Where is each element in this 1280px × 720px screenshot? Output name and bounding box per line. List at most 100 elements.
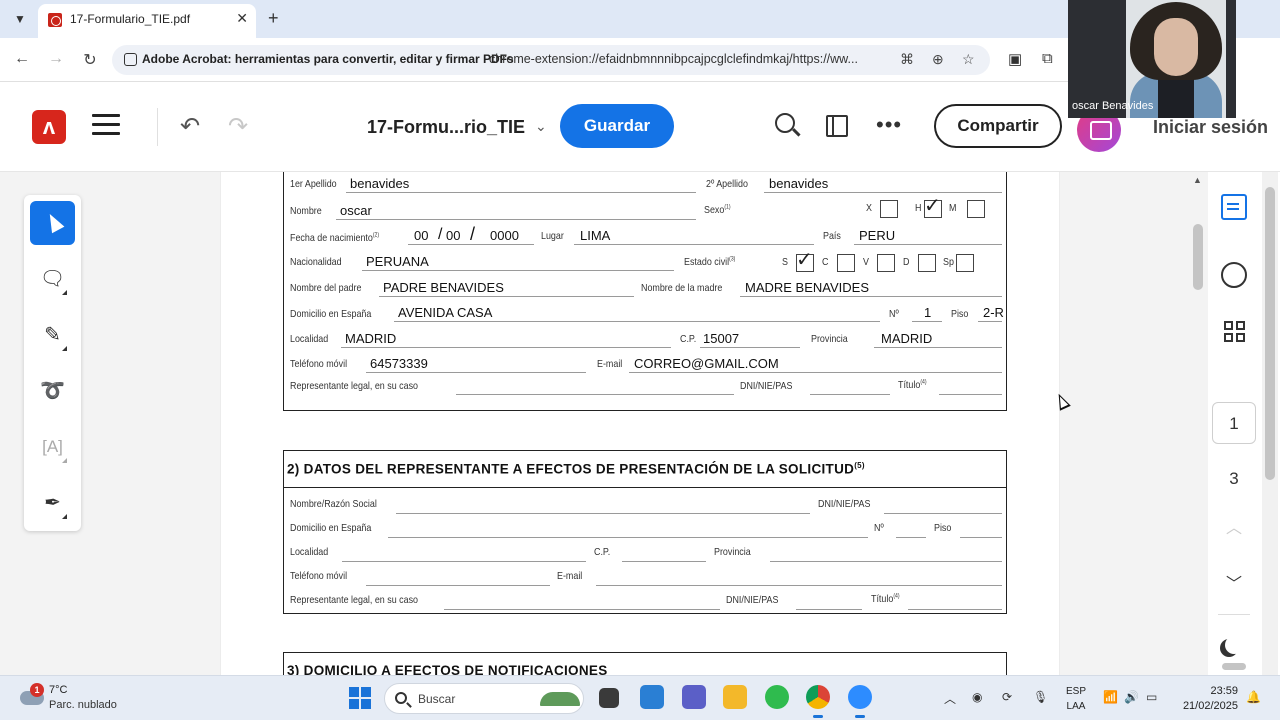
chevron-up-icon[interactable]: ︿ [1222, 514, 1246, 538]
chevron-down-icon[interactable]: ⌄ [535, 118, 547, 135]
document-scrollbar-thumb[interactable] [1193, 224, 1203, 290]
madre-field[interactable]: MADRE BENAVIDES [745, 280, 869, 295]
language-indicator[interactable]: ESP LAA [1066, 684, 1086, 714]
forward-icon[interactable]: → [46, 50, 66, 68]
sidebar-scrollbar[interactable] [1262, 172, 1278, 675]
nombre-field[interactable]: oscar [340, 203, 372, 218]
url-text[interactable]: chrome-extension://efaidnbmnnnibpcajpcgl… [489, 52, 858, 66]
new-tab-icon[interactable]: + [268, 8, 279, 29]
reload-icon[interactable]: ↻ [80, 50, 100, 70]
back-icon[interactable]: ← [12, 50, 32, 68]
redo-icon[interactable]: ↷ [228, 112, 248, 141]
browser-tab[interactable]: 17-Formulario_TIE.pdf ✕ [38, 4, 256, 38]
organize-pages-icon[interactable] [826, 115, 848, 137]
omnibox[interactable]: Adobe Acrobat: herramientas para convert… [112, 45, 990, 75]
cp-field[interactable]: 15007 [703, 331, 739, 346]
sexo-label: Sexo(1) [704, 204, 731, 216]
whatsapp-icon[interactable] [765, 685, 789, 709]
task-view-icon[interactable] [599, 688, 619, 708]
fecha-anio-field[interactable]: 0000 [490, 228, 519, 243]
undo-icon[interactable]: ↶ [180, 112, 200, 141]
chevron-down-icon[interactable]: ﹀ [1222, 570, 1246, 594]
microphone-icon[interactable]: 🎙 [1033, 690, 1048, 704]
estado-v-checkbox[interactable] [877, 254, 895, 272]
comment-tool[interactable]: 🗨 [30, 257, 75, 301]
thumbnails-grid-icon[interactable] [1221, 318, 1247, 344]
windows-start-icon[interactable] [349, 687, 371, 709]
estado-d-checkbox[interactable] [918, 254, 936, 272]
acrobat-logo-icon[interactable]: ᴧ [32, 110, 66, 144]
estado-c-checkbox[interactable] [837, 254, 855, 272]
zoom-icon[interactable]: ⊕ [932, 51, 944, 68]
wifi-icon[interactable]: 📶 [1103, 690, 1118, 704]
share-button[interactable]: Compartir [934, 104, 1062, 148]
sexo-x-label: X [866, 202, 872, 214]
temperature[interactable]: 7°C [49, 684, 67, 696]
extension-label: Adobe Acrobat: herramientas para convert… [142, 52, 514, 66]
comment-panel-icon[interactable] [1221, 262, 1247, 288]
system-clock[interactable]: 23:59 21/02/2025 [1176, 684, 1238, 714]
tray-sync-icon[interactable]: ⟳ [1002, 690, 1012, 704]
file-explorer-icon[interactable] [723, 685, 747, 709]
menu-icon[interactable] [92, 114, 120, 138]
current-page-indicator[interactable]: 1 [1212, 402, 1256, 444]
notification-icon[interactable]: 🔔 [1246, 690, 1261, 704]
dark-mode-icon[interactable] [1225, 636, 1243, 654]
lugar-field[interactable]: LIMA [580, 228, 610, 243]
nacionalidad-field[interactable]: PERUANA [366, 254, 429, 269]
signature-pen-icon: ✒ [44, 492, 61, 514]
save-button[interactable]: Guardar [560, 104, 674, 148]
vscode-icon[interactable] [640, 685, 664, 709]
apellido1-field[interactable]: benavides [350, 176, 409, 191]
sidebar-hscrollbar[interactable] [1208, 660, 1260, 672]
extensions-icon[interactable]: ⧉ [1042, 50, 1053, 67]
translate-icon[interactable]: ⌘ [900, 51, 914, 68]
select-tool[interactable] [30, 201, 75, 245]
domicilio-field[interactable]: AVENIDA CASA [398, 305, 492, 320]
nacionalidad-label: Nacionalidad [290, 256, 342, 268]
tray-chevron-up-icon[interactable]: ︿ [944, 690, 956, 707]
section3-title: 3) DOMICILIO A EFECTOS DE NOTIFICACIONES [287, 663, 608, 675]
tray-app-icon[interactable]: ◉ [972, 690, 982, 704]
padre-label: Nombre del padre [290, 282, 362, 294]
highlight-tool[interactable]: ✎ [30, 313, 75, 357]
weather-description[interactable]: Parc. nublado [49, 699, 117, 711]
zoom-app-icon[interactable] [848, 685, 872, 718]
volume-icon[interactable]: 🔊 [1124, 690, 1139, 704]
sexo-m-checkbox[interactable] [967, 200, 985, 218]
estado-d-label: D [903, 256, 910, 268]
sign-tool[interactable]: ✒ [30, 481, 75, 525]
draw-tool[interactable]: ➰ [30, 369, 75, 413]
email-field[interactable]: CORREO@GMAIL.COM [634, 356, 779, 371]
tab-search-chevron-icon[interactable]: ▼ [10, 9, 30, 29]
apellido2-field[interactable]: benavides [769, 176, 828, 191]
text-tool[interactable]: [A] [30, 425, 75, 469]
estado-sp-checkbox[interactable] [956, 254, 974, 272]
chrome-icon[interactable] [806, 685, 830, 718]
media-icon[interactable]: ▣ [1008, 50, 1022, 68]
search-icon[interactable] [775, 113, 795, 133]
localidad-field[interactable]: MADRID [345, 331, 396, 346]
weather-icon[interactable]: 1 [20, 683, 46, 705]
sexo-x-checkbox[interactable] [880, 200, 898, 218]
provincia-field[interactable]: MADRID [881, 331, 932, 346]
close-icon[interactable]: ✕ [236, 10, 248, 27]
fecha-dia-field[interactable]: 00 [414, 228, 428, 243]
numero-field[interactable]: 1 [924, 305, 931, 320]
bookmark-star-icon[interactable]: ☆ [962, 51, 975, 68]
piso-field[interactable]: 2-R [983, 305, 1004, 320]
signin-link[interactable]: Iniciar sesión [1153, 117, 1268, 138]
battery-icon[interactable]: ▭ [1146, 690, 1157, 704]
document-title[interactable]: 17-Formu...rio_TIE [367, 117, 525, 138]
representante-nombre-label: Nombre/Razón Social [290, 498, 377, 510]
sidebar-scrollbar-thumb[interactable] [1265, 187, 1275, 480]
pais-field[interactable]: PERU [859, 228, 895, 243]
taskbar-search[interactable]: Buscar [384, 683, 584, 714]
fecha-mes-field[interactable]: 00 [446, 228, 460, 243]
padre-field[interactable]: PADRE BENAVIDES [383, 280, 504, 295]
telefono-field[interactable]: 64573339 [370, 356, 428, 371]
ai-summary-icon[interactable] [1221, 194, 1247, 220]
teams-icon[interactable] [682, 685, 706, 709]
more-options-icon[interactable]: ••• [876, 112, 902, 138]
document-scrollbar[interactable]: ▲ [1190, 172, 1206, 675]
